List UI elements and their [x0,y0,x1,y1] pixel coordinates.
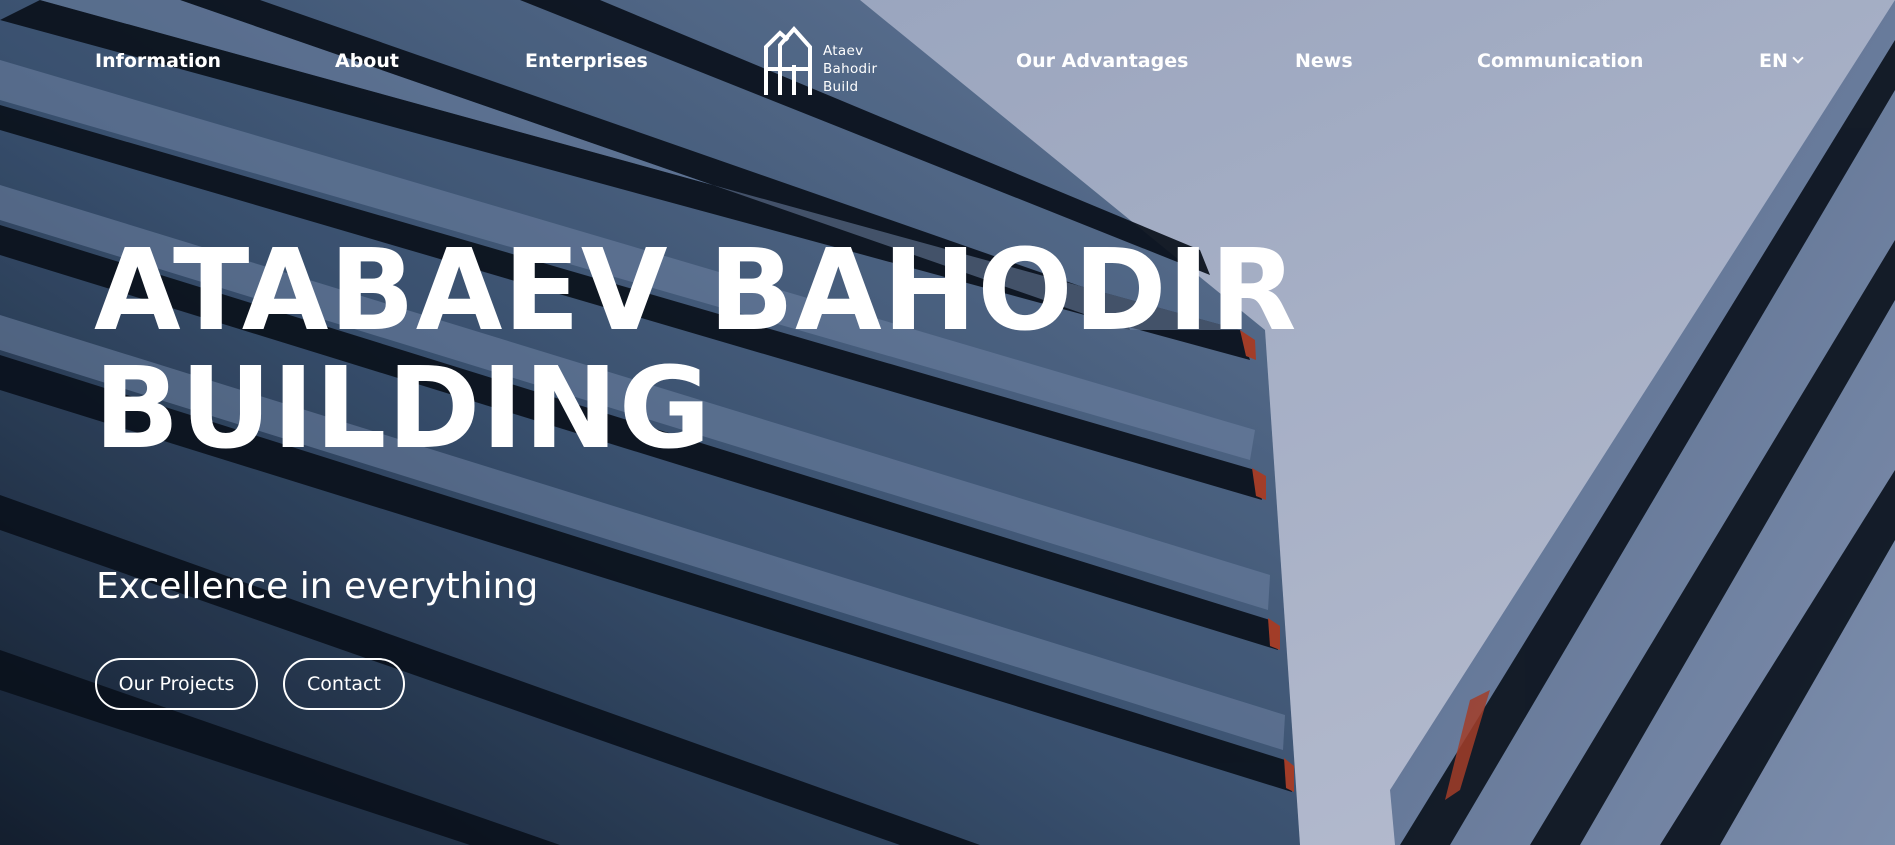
building-logo-icon [764,25,812,95]
language-label: EN [1759,50,1788,72]
chevron-down-icon [1792,52,1804,64]
hero-subtitle: Excellence in everything [96,566,539,607]
nav-link-news[interactable]: News [1295,50,1353,72]
company-logo[interactable]: Ataev Bahodir Build [762,25,892,99]
hero-title-line-2: BUILDING [94,344,712,474]
nav-link-enterprises[interactable]: Enterprises [525,50,648,72]
contact-button[interactable]: Contact [283,658,405,710]
our-projects-button[interactable]: Our Projects [95,658,258,710]
language-selector[interactable]: EN [1759,50,1804,72]
hero-title-line-1: ATABAEV BAHODIR [94,226,1298,356]
hero-title: ATABAEV BAHODIR BUILDING [94,232,1297,468]
hero-section: Information About Enterprises Ataev Baho… [0,0,1895,845]
nav-link-about[interactable]: About [335,50,399,72]
logo-line-1: Ataev [823,43,864,59]
nav-link-information[interactable]: Information [95,50,221,72]
nav-link-communication[interactable]: Communication [1477,50,1643,72]
logo-line-2: Bahodir [823,61,878,77]
main-navigation: Information About Enterprises Ataev Baho… [0,0,1895,124]
nav-link-our-advantages[interactable]: Our Advantages [1016,50,1188,72]
logo-line-3: Build [823,79,859,95]
logo-text: Ataev Bahodir Build [823,42,877,96]
